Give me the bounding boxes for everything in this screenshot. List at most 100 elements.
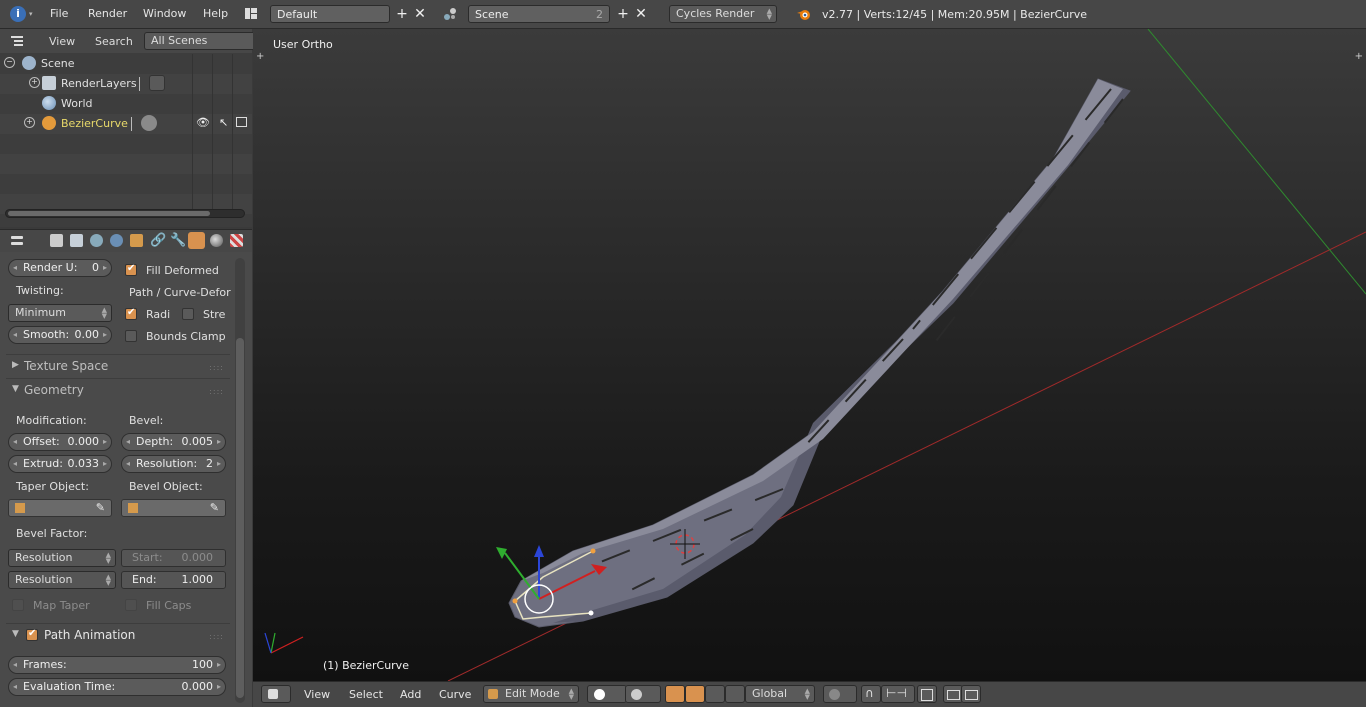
curve-data-tab-icon[interactable] [188,232,205,249]
scene-icon[interactable] [442,6,458,22]
outliner-hscrollbar[interactable] [5,209,245,218]
twisting-dropdown[interactable]: Minimum ▲ ▼ [8,304,112,322]
drag-grip-icon[interactable]: :::: [209,387,224,396]
drag-grip-icon[interactable]: :::: [209,363,224,372]
bounds-clamp-checkbox[interactable] [125,330,137,342]
mini-axis-y [270,632,276,654]
properties-vscrollbar[interactable] [235,258,245,703]
render-animation-button[interactable] [961,685,981,703]
render-engine-dropdown[interactable]: Cycles Render ▲ ▼ [669,5,777,23]
add-scene-icon[interactable]: + [614,5,632,23]
offset-field[interactable]: ◂ Offset: 0.000 ▸ [8,433,112,451]
map-taper-checkbox[interactable] [12,599,24,611]
material-tab-icon[interactable] [210,234,223,247]
collapse-icon[interactable]: − [4,57,15,68]
add-screen-icon[interactable]: + [393,5,411,23]
drag-grip-icon[interactable]: :::: [209,632,224,641]
bevel-factor-start-mode-dropdown[interactable]: Resolution ▲ ▼ [8,549,116,567]
texture-tab-icon[interactable] [230,234,243,247]
eyedropper-icon[interactable]: ✎ [210,501,219,514]
menu-render[interactable]: Render [88,7,127,20]
scale-manipulator-button[interactable] [725,685,745,703]
curve-data-icon[interactable] [141,115,157,131]
pivot-point-dropdown[interactable] [625,685,661,703]
object-tab-icon[interactable] [130,234,143,247]
bevel-resolution-field[interactable]: ◂ Resolution: 2 ▸ [121,455,226,473]
menu-view[interactable]: View [304,688,330,701]
eyedropper-icon[interactable]: ✎ [96,501,105,514]
geometry-panel-header[interactable]: ▼ Geometry :::: [6,378,230,401]
path-animation-panel-header[interactable]: ▼ Path Animation :::: [6,623,230,646]
outliner-row-scene[interactable]: − Scene [0,54,252,74]
world-tab-icon[interactable] [110,234,123,247]
bevel-object-field[interactable]: ✎ [121,499,226,517]
screen-layout-icon[interactable] [244,7,258,20]
evaluation-time-field[interactable]: ◂ Evaluation Time: 0.000 ▸ [8,678,226,696]
bevel-factor-end-mode-dropdown[interactable]: Resolution ▲ ▼ [8,571,116,589]
outliner-filter-dropdown[interactable]: All Scenes [144,32,254,50]
3d-view-editor-type-button[interactable] [261,685,291,703]
expand-icon[interactable]: + [29,77,40,88]
render-region-button[interactable] [917,685,937,703]
selectability-cursor-icon[interactable]: ↖ [219,116,228,129]
outliner-row-world[interactable]: World [0,94,252,114]
renderability-camera-icon[interactable] [236,117,247,127]
manipulator-toggle[interactable] [665,685,685,703]
render-tab-icon[interactable] [50,234,63,247]
bevel-end-field[interactable]: End: 1.000 [121,571,226,589]
frames-field[interactable]: ◂ Frames: 100 ▸ [8,656,226,674]
transform-orientation-dropdown[interactable]: Global ▲ ▼ [745,685,815,703]
snap-toggle-button[interactable]: ∩ [861,685,881,703]
remove-scene-icon[interactable]: ✕ [632,5,650,23]
taper-object-field[interactable]: ✎ [8,499,112,517]
menu-add[interactable]: Add [400,688,421,701]
info-editor-type-icon[interactable]: i [10,6,26,22]
modifiers-wrench-icon[interactable]: 🔧 [170,233,186,248]
screen-layout-field[interactable]: Default [270,5,390,23]
menu-window[interactable]: Window [143,7,186,20]
scrollbar-thumb[interactable] [236,338,244,698]
expand-icon[interactable]: + [24,117,35,128]
proportional-editing-dropdown[interactable] [823,685,857,703]
expanded-triangle-icon: ▼ [12,384,19,394]
3d-viewport[interactable]: User Ortho + + (1) BezierCurve [253,29,1366,681]
renderlayer-restrict-icon[interactable] [149,75,165,91]
mode-dropdown[interactable]: Edit Mode ▲ ▼ [483,685,579,703]
scene-tab-icon[interactable] [90,234,103,247]
fill-deformed-checkbox[interactable] [125,263,137,276]
visibility-eye-icon[interactable]: 👁 [196,116,210,129]
menu-curve[interactable]: Curve [439,688,471,701]
properties-editor-type-icon[interactable] [10,234,24,248]
texture-space-panel-header[interactable]: ▶ Texture Space :::: [6,354,230,377]
smooth-field[interactable]: ◂ Smooth: 0.00 ▸ [8,326,112,344]
scene-field[interactable]: Scene 2 [468,5,610,23]
depth-field[interactable]: ◂ Depth: 0.005 ▸ [121,433,226,451]
render-opengl-button[interactable] [943,685,963,703]
fill-caps-checkbox[interactable] [125,599,137,611]
stretch-checkbox[interactable] [182,308,194,320]
remove-screen-icon[interactable]: ✕ [411,5,429,23]
constraints-tab-icon[interactable]: 🔗 [150,233,166,248]
scrollbar-thumb[interactable] [8,211,210,216]
render-u-field[interactable]: ◂ Render U: 0 ▸ [8,259,112,277]
outliner-menu-search[interactable]: Search [95,35,133,48]
menu-select[interactable]: Select [349,688,383,701]
path-animation-checkbox[interactable] [26,628,38,641]
renderlayers-tab-icon[interactable] [70,234,83,247]
radius-checkbox[interactable] [125,307,137,320]
outliner-renderlayers-label: RenderLayers [61,77,137,90]
translate-manipulator-button[interactable] [685,685,705,703]
menu-file[interactable]: File [50,7,68,20]
outliner-row-beziercurve[interactable]: + BezierCurve 👁 ↖ [0,114,252,134]
rotate-manipulator-button[interactable] [705,685,725,703]
bevel-resolution-label: Resolution: [136,457,198,470]
snap-element-dropdown[interactable]: ⊢⊣ [881,685,915,703]
extrude-field[interactable]: ◂ Extrud: 0.033 ▸ [8,455,112,473]
bevel-start-field[interactable]: Start: 0.000 [121,549,226,567]
outliner-menu-view[interactable]: View [49,35,75,48]
control-point [590,548,596,554]
viewport-shading-dropdown[interactable] [587,685,627,703]
outliner-row-renderlayers[interactable]: + RenderLayers [0,74,252,94]
outliner-editor-type-icon[interactable] [10,34,24,48]
menu-help[interactable]: Help [203,7,228,20]
